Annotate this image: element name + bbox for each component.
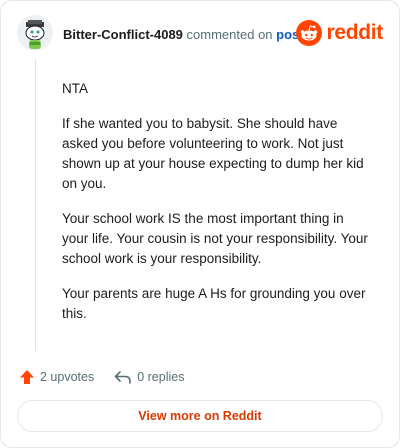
commented-on-text: commented on — [186, 27, 273, 42]
comment-meta: Bitter-Conflict-4089 commented on post — [63, 27, 304, 42]
thread-line[interactable] — [35, 59, 36, 351]
comment-body: NTA If she wanted you to babysit. She sh… — [62, 79, 372, 339]
comment-paragraph: If she wanted you to babysit. She should… — [62, 116, 364, 191]
reply-arrow-icon — [114, 371, 132, 384]
reddit-brand-link[interactable]: reddit — [296, 20, 383, 46]
comment-embed-card: Bitter-Conflict-4089 commented on post r… — [0, 0, 400, 448]
reddit-logo-icon — [296, 20, 323, 46]
comment-paragraph: Your school work IS the most important t… — [62, 211, 368, 266]
reply-count: 0 replies — [137, 370, 185, 384]
upvote-arrow-icon — [20, 370, 34, 384]
avatar-snoo-icon[interactable] — [17, 15, 53, 51]
view-more-button[interactable]: View more on Reddit — [17, 400, 383, 432]
comment-header: Bitter-Conflict-4089 commented on post r… — [17, 15, 383, 53]
reddit-wordmark: reddit — [326, 21, 383, 44]
upvote-count: 2 upvotes — [40, 370, 95, 384]
replies-button[interactable]: 0 replies — [114, 369, 184, 385]
comment-actions: 2 upvotes 0 replies — [19, 367, 204, 387]
comment-paragraph: Your parents are huge A Hs for grounding… — [62, 286, 366, 321]
username-link[interactable]: Bitter-Conflict-4089 — [63, 27, 183, 42]
upvote-button[interactable]: 2 upvotes — [19, 369, 94, 385]
comment-paragraph: NTA — [62, 81, 88, 96]
